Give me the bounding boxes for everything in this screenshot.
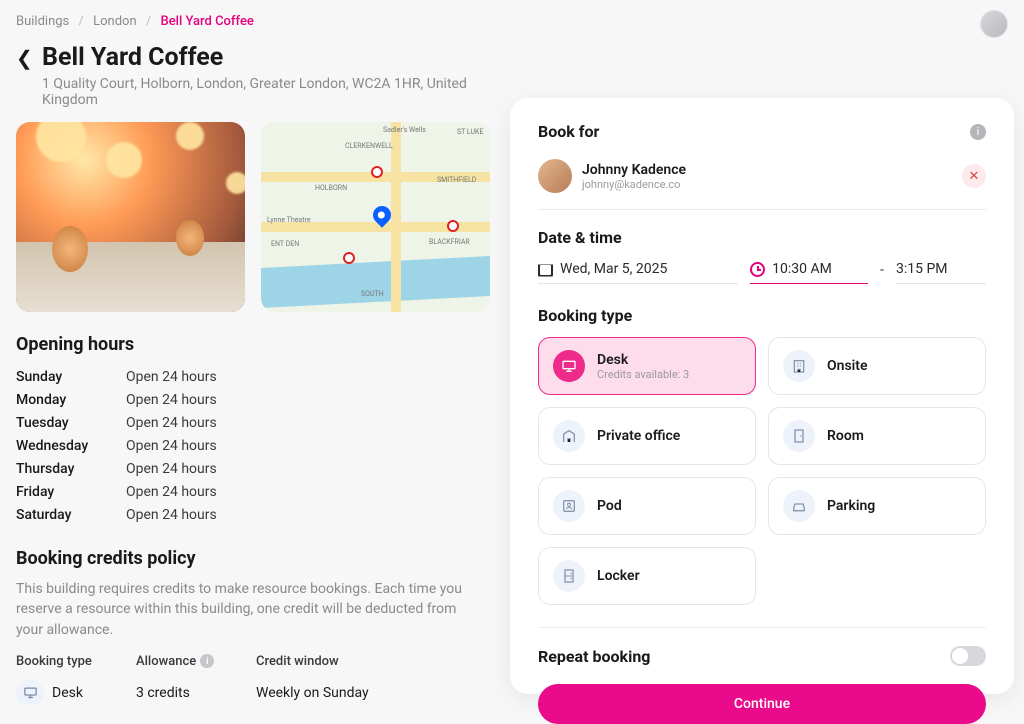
opening-hours: SundayOpen 24 hours MondayOpen 24 hours … xyxy=(16,365,490,526)
book-for-user-email: johnny@kadence.co xyxy=(582,178,686,191)
booking-type-locker[interactable]: Locker xyxy=(538,547,756,605)
continue-button[interactable]: Continue xyxy=(538,684,986,724)
building-photo[interactable] xyxy=(16,122,245,312)
booking-type-room[interactable]: Room xyxy=(768,407,986,465)
book-for-user-name: Johnny Kadence xyxy=(582,162,686,178)
booking-type-onsite[interactable]: Onsite xyxy=(768,337,986,395)
hours-row: TuesdayOpen 24 hours xyxy=(16,411,490,434)
booking-type-title: Booking type xyxy=(538,306,986,325)
building-icon xyxy=(783,350,815,382)
locker-icon xyxy=(553,560,585,592)
remove-user-button[interactable]: ✕ xyxy=(962,164,986,188)
metro-icon xyxy=(343,252,355,264)
page-title: Bell Yard Coffee xyxy=(42,43,223,72)
hours-row: WednesdayOpen 24 hours xyxy=(16,434,490,457)
breadcrumb-root[interactable]: Buildings xyxy=(16,14,69,29)
opening-hours-title: Opening hours xyxy=(16,334,490,355)
date-field[interactable]: Wed, Mar 5, 2025 xyxy=(538,261,738,284)
breadcrumb-current: Bell Yard Coffee xyxy=(161,14,254,29)
building-address: 1 Quality Court, Holborn, London, Greate… xyxy=(42,76,490,108)
desk-icon xyxy=(553,350,585,382)
hours-row: SaturdayOpen 24 hours xyxy=(16,503,490,526)
booking-type-parking[interactable]: Parking xyxy=(768,477,986,535)
hours-row: SundayOpen 24 hours xyxy=(16,365,490,388)
end-time-field[interactable]: 3:15 PM xyxy=(896,261,986,284)
booking-type-desk[interactable]: Desk Credits available: 3 xyxy=(538,337,756,395)
policy-title: Booking credits policy xyxy=(16,548,490,569)
door-icon xyxy=(783,420,815,452)
start-time-field[interactable]: 10:30 AM xyxy=(750,261,868,284)
breadcrumb: Buildings / London / Bell Yard Coffee xyxy=(16,14,490,29)
info-icon[interactable]: i xyxy=(200,654,214,668)
booking-type-private-office[interactable]: Private office xyxy=(538,407,756,465)
clock-icon xyxy=(750,262,765,277)
car-icon xyxy=(783,490,815,522)
booking-panel: Book for i Johnny Kadence johnny@kadence… xyxy=(510,98,1014,694)
policy-table-row: Desk 3 credits Weekly on Sunday xyxy=(16,679,490,704)
metro-icon xyxy=(371,166,383,178)
policy-text: This building requires credits to make r… xyxy=(16,579,486,640)
breadcrumb-city[interactable]: London xyxy=(93,14,137,29)
back-button[interactable]: ❮ xyxy=(16,46,30,70)
booking-type-pod[interactable]: Pod xyxy=(538,477,756,535)
office-icon xyxy=(553,420,585,452)
repeat-toggle[interactable] xyxy=(950,646,986,666)
hours-row: FridayOpen 24 hours xyxy=(16,480,490,503)
avatar xyxy=(538,159,572,193)
repeat-booking-label: Repeat booking xyxy=(538,647,650,666)
calendar-icon xyxy=(538,262,553,277)
date-time-title: Date & time xyxy=(538,228,986,247)
desk-icon xyxy=(16,679,44,704)
hours-row: MondayOpen 24 hours xyxy=(16,388,490,411)
policy-table-head: Booking type Allowancei Credit window xyxy=(16,654,490,669)
hours-row: ThursdayOpen 24 hours xyxy=(16,457,490,480)
top-user-avatar[interactable] xyxy=(980,10,1008,38)
pod-icon xyxy=(553,490,585,522)
info-icon[interactable]: i xyxy=(970,124,986,140)
book-for-title: Book for xyxy=(538,122,599,141)
metro-icon xyxy=(447,220,459,232)
building-map[interactable]: CLERKENWELL HOLBORN SMITHFIELD Sadler's … xyxy=(261,122,490,312)
